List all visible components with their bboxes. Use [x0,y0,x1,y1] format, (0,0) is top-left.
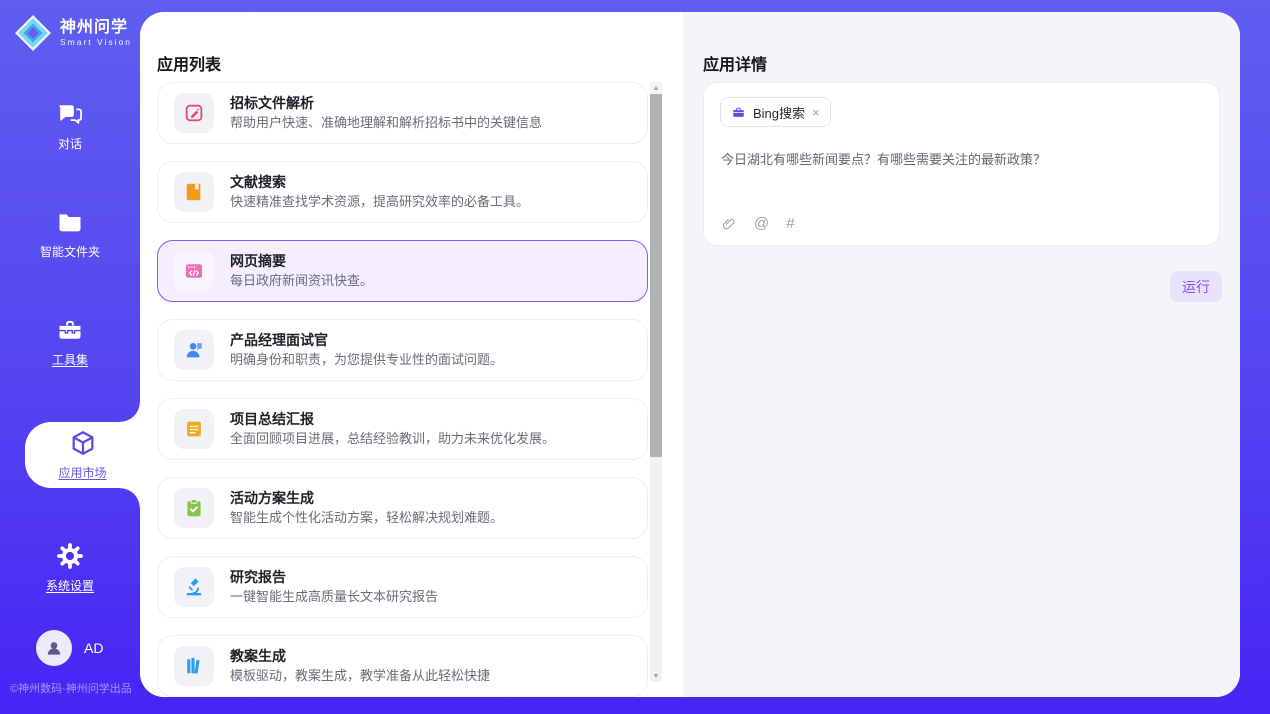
tool-tag-label: Bing搜索 [753,103,805,122]
sidebar-item-label: 应用市场 [58,464,106,481]
sidebar: 神州问学 Smart Vision 对话 智能文件夹 工具集 应用市场 系统设置 [0,0,140,714]
app-card-list: 招标文件解析 帮助用户快速、准确地理解和解析招标书中的关键信息 文献搜索 快速精… [157,82,648,697]
app-card-title: 产品经理面试官 [230,332,503,349]
brand-name: 神州问学 [60,19,132,37]
hash-icon[interactable]: # [786,216,794,232]
avatar [36,630,72,666]
sidebar-nav: 对话 智能文件夹 工具集 应用市场 系统设置 [0,98,140,596]
sidebar-item-label: 工具集 [52,351,88,368]
app-card-title: 教案生成 [230,648,490,665]
sidebar-item-label: 系统设置 [46,577,94,594]
app-card-desc: 帮助用户快速、准确地理解和解析招标书中的关键信息 [230,115,542,131]
app-card[interactable]: 招标文件解析 帮助用户快速、准确地理解和解析招标书中的关键信息 [157,82,648,144]
app-card[interactable]: 文献搜索 快速精准查找学术资源，提高研究效率的必备工具。 [157,161,648,223]
sidebar-item-chat[interactable]: 对话 [0,98,140,154]
briefcase-icon [731,105,746,120]
interviewer-icon [174,330,214,370]
scroll-up-icon[interactable]: ▲ [650,82,662,94]
web-code-icon [174,251,214,291]
close-icon[interactable]: × [812,106,820,119]
app-card-title: 研究报告 [230,569,438,586]
app-card-title: 网页摘要 [230,253,373,270]
sidebar-item-cube[interactable]: 应用市场 [25,422,140,488]
chat-icon [56,100,84,128]
cube-icon [69,429,97,457]
sidebar-item-label: 对话 [58,135,82,152]
copyright-text: ©神州数码·神州问学出品 [10,680,140,696]
app-card-desc: 智能生成个性化活动方案，轻松解决规划难题。 [230,510,503,526]
app-list-panel: 应用列表 招标文件解析 帮助用户快速、准确地理解和解析招标书中的关键信息 文献搜… [140,12,683,697]
brand-logo: 神州问学 Smart Vision [14,14,140,52]
app-list-title: 应用列表 [157,51,221,75]
clipboard-check-icon [174,488,214,528]
app-card[interactable]: 教案生成 模板驱动，教案生成，教学准备从此轻松快捷 [157,635,648,697]
app-detail-title: 应用详情 [703,51,767,75]
microscope-icon [174,567,214,607]
app-card-desc: 快速精准查找学术资源，提高研究效率的必备工具。 [230,194,529,210]
app-card-title: 项目总结汇报 [230,411,555,428]
sidebar-item-folder[interactable]: 智能文件夹 [0,206,140,262]
books-icon [174,646,214,686]
prompt-input[interactable]: 今日湖北有哪些新闻要点？有哪些需要关注的最新政策？ [721,151,1203,169]
app-card[interactable]: 网页摘要 每日政府新闻资讯快查。 [157,240,648,302]
mention-icon[interactable]: @ [754,216,769,232]
note-icon [174,409,214,449]
brand-diamond-icon [14,14,52,52]
app-card[interactable]: 项目总结汇报 全面回顾项目进展，总结经验教训，助力未来优化发展。 [157,398,648,460]
brand-tagline: Smart Vision [60,37,132,47]
book-icon [174,172,214,212]
app-card-desc: 模板驱动，教案生成，教学准备从此轻松快捷 [230,668,490,684]
app-card-desc: 每日政府新闻资讯快查。 [230,273,373,289]
app-card-desc: 一键智能生成高质量长文本研究报告 [230,589,438,605]
folder-icon [56,208,84,236]
doc-edit-icon [174,93,214,133]
app-card[interactable]: 研究报告 一键智能生成高质量长文本研究报告 [157,556,648,618]
tool-tag-bing-search[interactable]: Bing搜索 × [720,97,831,127]
app-card[interactable]: 活动方案生成 智能生成个性化活动方案，轻松解决规划难题。 [157,477,648,539]
sidebar-item-toolbox[interactable]: 工具集 [0,314,140,370]
sidebar-item-gear[interactable]: 系统设置 [0,540,140,596]
app-card-title: 招标文件解析 [230,95,542,112]
sidebar-item-label: 智能文件夹 [40,243,100,260]
prompt-card: Bing搜索 × 今日湖北有哪些新闻要点？有哪些需要关注的最新政策？ @ # [703,82,1220,246]
app-card-desc: 全面回顾项目进展，总结经验教训，助力未来优化发展。 [230,431,555,447]
app-card[interactable]: 产品经理面试官 明确身份和职责，为您提供专业性的面试问题。 [157,319,648,381]
app-detail-panel: 应用详情 Bing搜索 × 今日湖北有哪些新闻要点？有哪些需要关注的最新政策？ … [683,12,1240,697]
run-button[interactable]: 运行 [1170,271,1222,302]
list-scrollbar[interactable]: ▲ ▼ [650,82,662,682]
app-card-title: 文献搜索 [230,174,529,191]
attachment-icon[interactable] [721,216,737,232]
scroll-down-icon[interactable]: ▼ [650,670,662,682]
user-initials: AD [84,640,103,656]
app-card-title: 活动方案生成 [230,490,503,507]
scrollbar-thumb[interactable] [650,94,662,457]
gear-icon [56,542,84,570]
app-card-desc: 明确身份和职责，为您提供专业性的面试问题。 [230,352,503,368]
content-window: 应用列表 招标文件解析 帮助用户快速、准确地理解和解析招标书中的关键信息 文献搜… [140,12,1240,697]
user-menu[interactable]: AD [36,630,140,666]
toolbox-icon [56,316,84,344]
